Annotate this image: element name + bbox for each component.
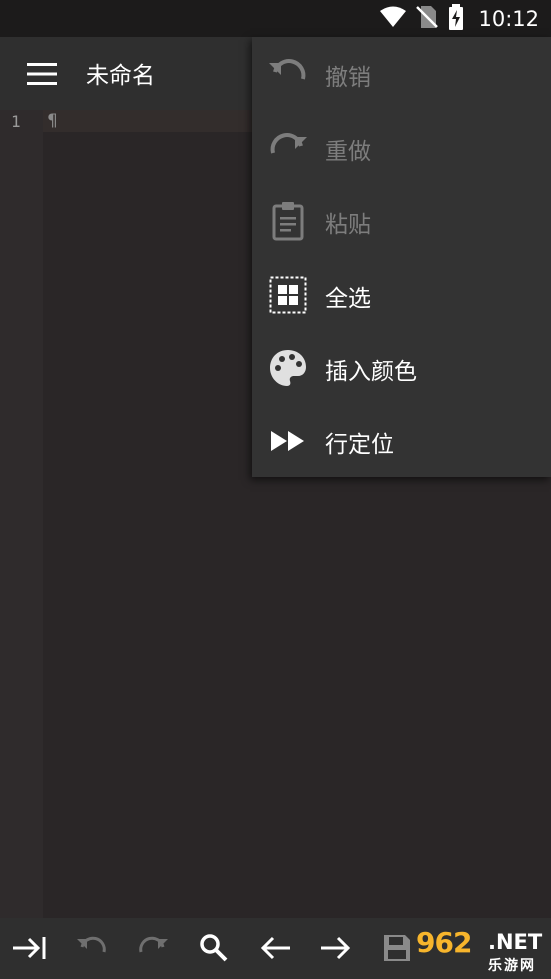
palette-icon (268, 348, 308, 388)
tab-indent-button[interactable] (10, 930, 50, 966)
tab-indent-icon (13, 937, 46, 959)
status-time: 10:12 (478, 6, 539, 31)
menu-item-label: 行定位 (325, 432, 394, 458)
toolbar-redo-button[interactable] (133, 930, 173, 966)
no-sim-icon (416, 5, 439, 33)
menu-item-label: 粘贴 (325, 212, 371, 238)
menu-item-go-to-line[interactable]: 行定位 (252, 404, 551, 477)
menu-item-label: 全选 (325, 286, 371, 312)
arrow-left-icon (260, 936, 290, 960)
select-all-icon (268, 275, 308, 315)
menu-item-label: 重做 (325, 139, 371, 165)
menu-item-insert-color[interactable]: 插入颜色 (252, 331, 551, 404)
line-number-gutter: 1 (0, 110, 43, 918)
save-icon (384, 935, 410, 961)
arrow-right-icon (321, 936, 351, 960)
redo-icon (268, 128, 308, 168)
search-icon (200, 934, 228, 962)
menu-item-label: 插入颜色 (325, 359, 417, 385)
watermark-subtitle: 乐游网 (488, 958, 536, 974)
undo-icon (268, 54, 308, 94)
watermark-domain: .NET (488, 930, 543, 954)
pilcrow-marker: ¶ (47, 111, 58, 131)
menu-item-paste[interactable]: 粘贴 (252, 184, 551, 257)
paste-icon (268, 201, 308, 241)
status-icons: 10:12 (380, 0, 539, 37)
wifi-icon (380, 6, 407, 32)
toolbar-search-button[interactable] (194, 930, 234, 966)
redo-icon (139, 936, 168, 953)
hamburger-icon (27, 63, 57, 85)
toolbar-undo-button[interactable] (72, 930, 112, 966)
battery-charging-icon (448, 3, 464, 34)
go-to-line-icon (268, 421, 308, 461)
toolbar-forward-button[interactable] (316, 930, 356, 966)
menu-item-redo[interactable]: 重做 (252, 111, 551, 184)
hamburger-menu-button[interactable] (22, 58, 62, 90)
document-title: 未命名 (86, 63, 155, 89)
line-number: 1 (11, 112, 21, 131)
menu-item-select-all[interactable]: 全选 (252, 258, 551, 331)
toolbar-back-button[interactable] (255, 930, 295, 966)
menu-item-label: 撤销 (325, 65, 371, 91)
watermark-number: 962 (416, 926, 472, 959)
status-bar: 10:12 (0, 0, 551, 37)
menu-item-undo[interactable]: 撤销 (252, 37, 551, 110)
toolbar-save-button[interactable] (377, 930, 417, 966)
watermark-logo: 962 .NET 乐游网 (414, 924, 548, 976)
overflow-menu: 撤销 重做 粘贴 全选 插入颜色 行定位 (252, 37, 551, 477)
undo-icon (77, 936, 106, 953)
